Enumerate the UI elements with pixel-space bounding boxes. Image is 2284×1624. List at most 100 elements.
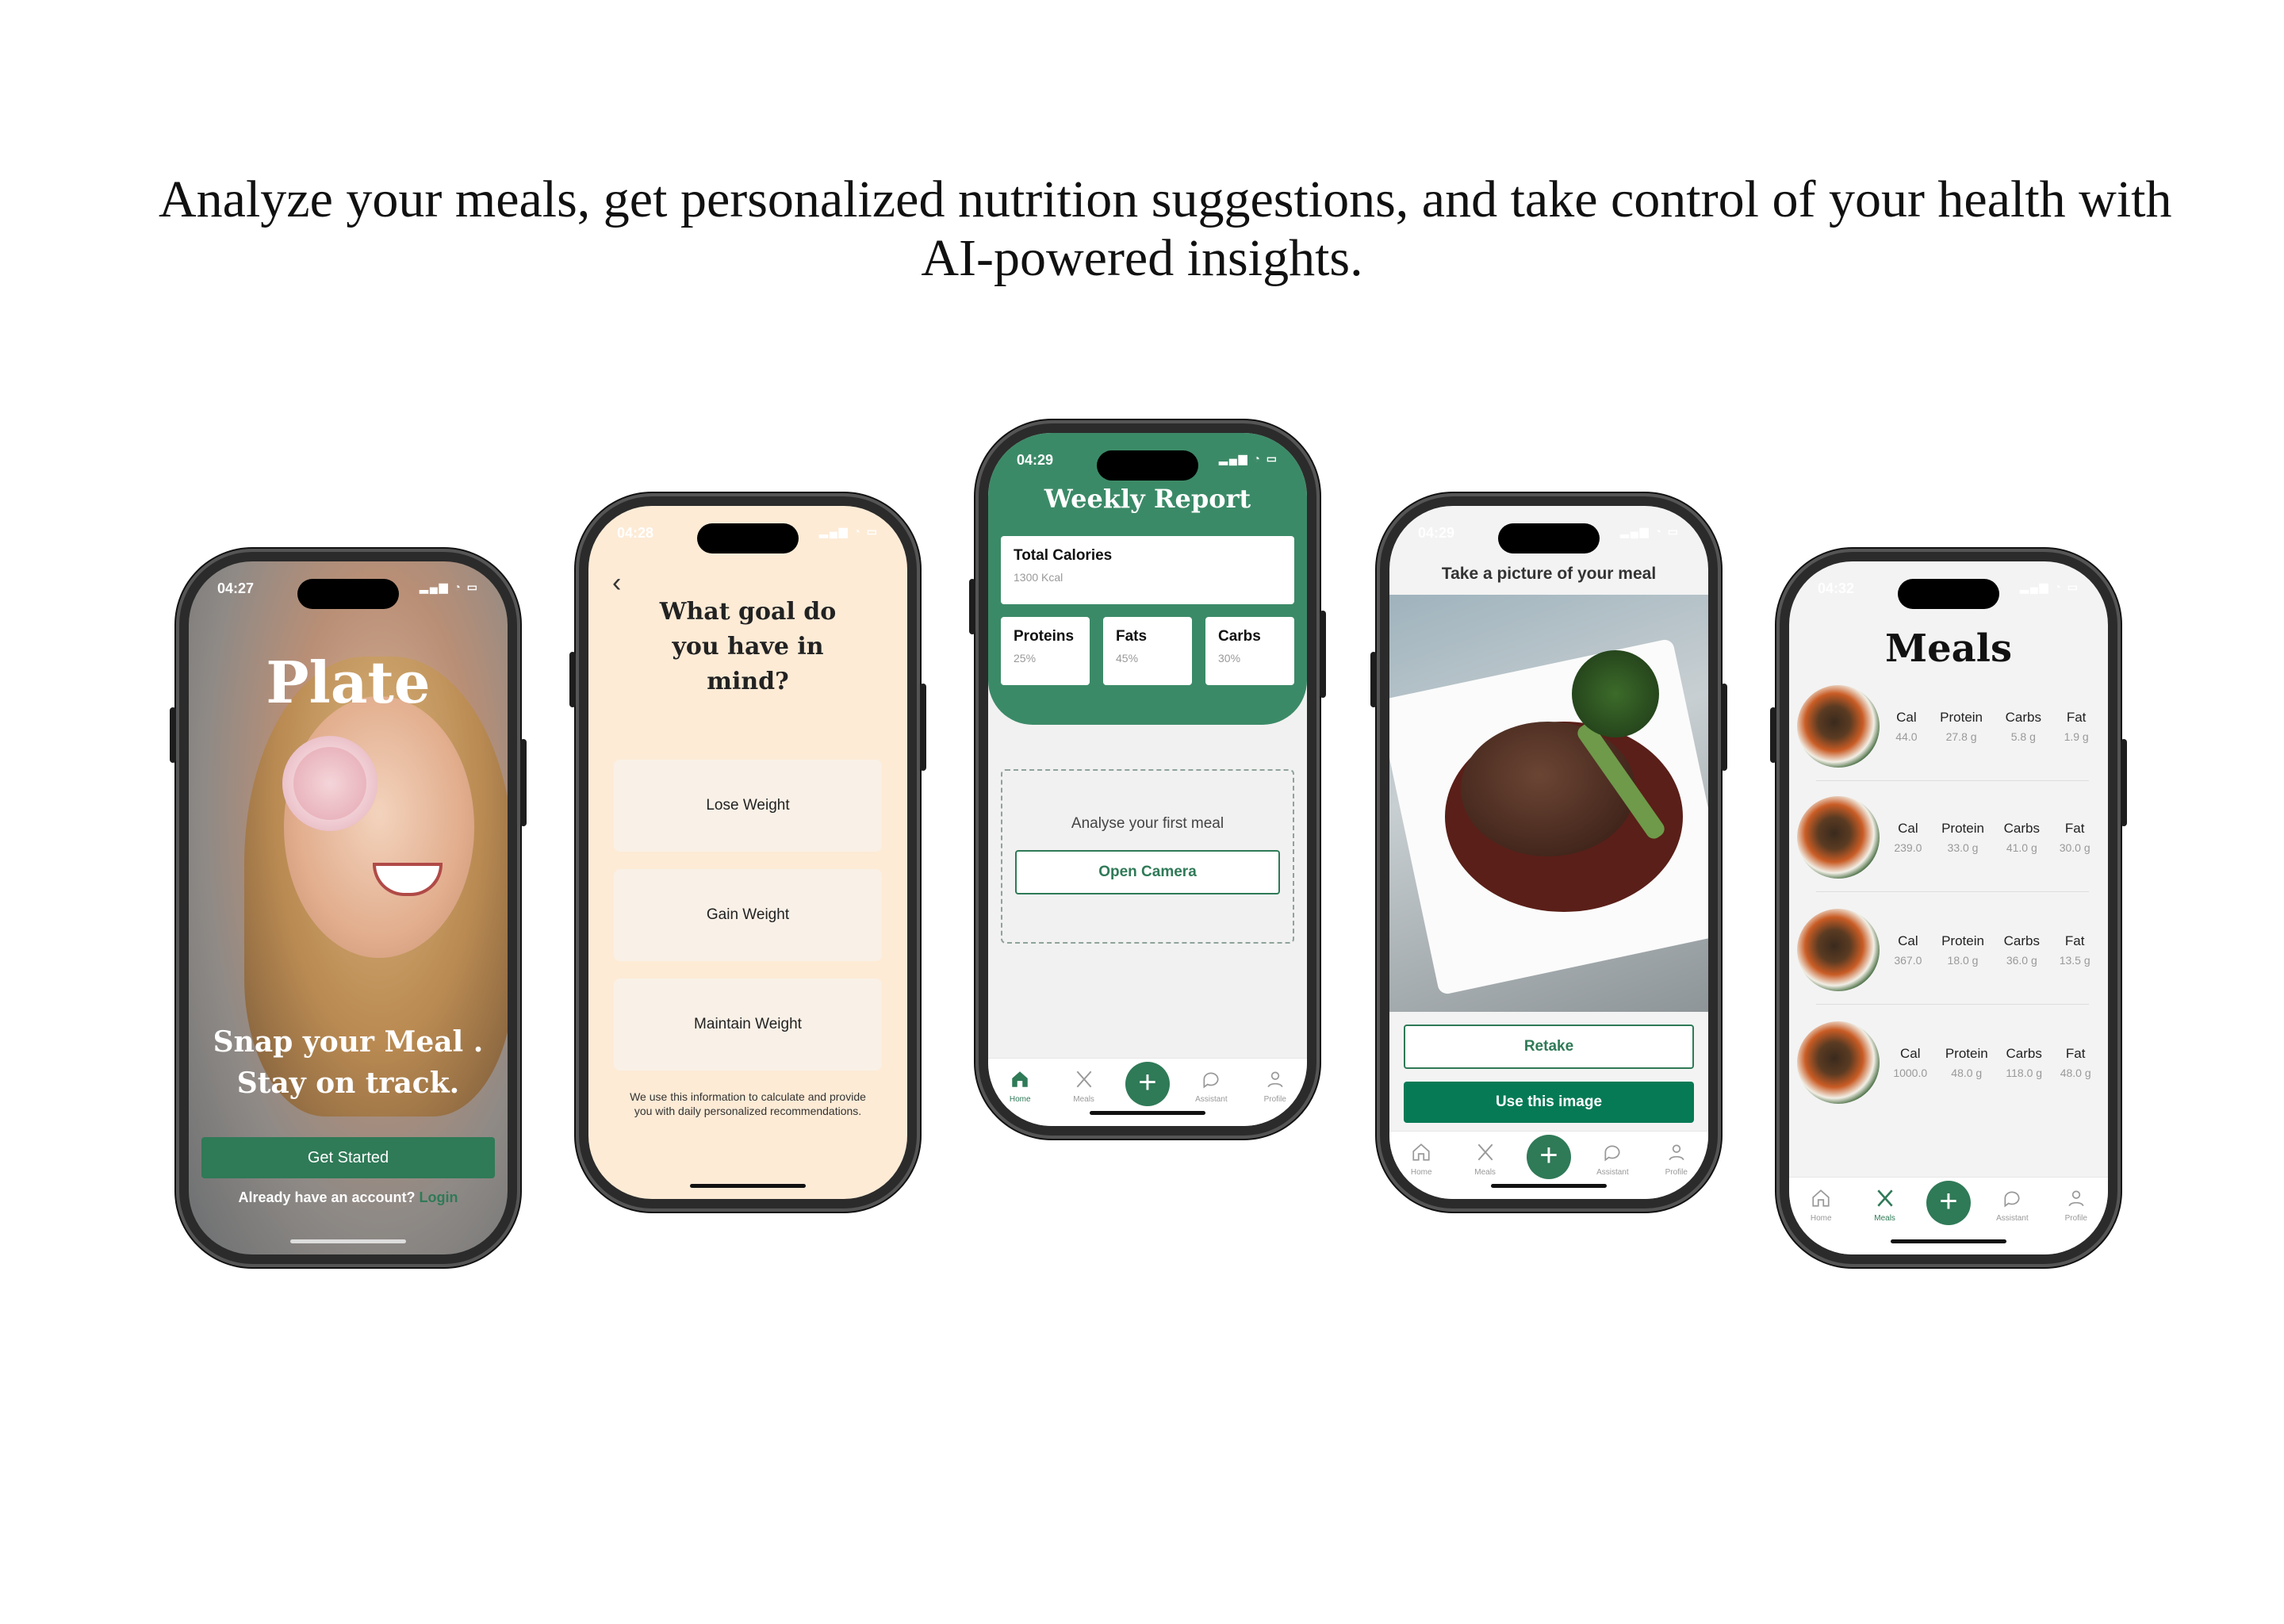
row-divider xyxy=(1816,1004,2089,1005)
goal-option-lose-weight[interactable]: Lose Weight xyxy=(614,760,882,852)
status-icons: ▂▄▆ ◔ ▭ xyxy=(1620,525,1680,538)
tab-home[interactable]: Home xyxy=(994,1067,1045,1104)
macro-label: Fats xyxy=(1116,628,1148,645)
tab-meals[interactable]: Meals xyxy=(1059,1067,1109,1104)
add-meal-button[interactable]: + xyxy=(1125,1062,1170,1106)
meal-cal: 367.0 xyxy=(1894,954,1922,967)
status-time: 04:29 xyxy=(1017,452,1054,468)
meal-cal: 44.0 xyxy=(1895,730,1918,743)
goal-screen: 04:28 ▂▄▆ ◔ ▭ ‹ What goal do you have in… xyxy=(588,506,907,1199)
utensils-icon xyxy=(1071,1067,1097,1092)
col-header: Carbs xyxy=(2003,821,2040,836)
tab-profile[interactable]: Profile xyxy=(1250,1067,1301,1104)
camera-title: Take a picture of your meal xyxy=(1441,565,1657,583)
goal-option-gain-weight[interactable]: Gain Weight xyxy=(614,869,882,961)
meals-title: Meals xyxy=(1884,626,2013,671)
meal-photo xyxy=(1389,595,1708,1012)
goal-option-maintain-weight[interactable]: Maintain Weight xyxy=(614,979,882,1071)
use-image-button[interactable]: Use this image xyxy=(1404,1082,1694,1123)
tab-assistant[interactable]: Assistant xyxy=(1587,1139,1638,1177)
phone-welcome: 04:27 ▂▄▆ ◔ ▭ Plate Snap your Meal . Sta… xyxy=(170,549,527,1267)
meal-protein: 33.0 g xyxy=(1947,841,1979,854)
chat-bubble-icon xyxy=(1198,1067,1224,1092)
phone-goal: 04:28 ▂▄▆ ◔ ▭ ‹ What goal do you have in… xyxy=(569,493,926,1212)
macro-label: Carbs xyxy=(1218,628,1261,645)
status-time: 04:27 xyxy=(217,580,255,596)
macro-value: 45% xyxy=(1116,652,1139,665)
meal-thumbnail xyxy=(1797,685,1880,768)
add-meal-button[interactable]: + xyxy=(1526,1135,1571,1179)
status-icons: ▂▄▆ ◔ ▭ xyxy=(819,525,879,538)
tab-profile[interactable]: Profile xyxy=(1651,1139,1702,1177)
camera-screen: 04:29 ▂▄▆ ◔ ▭ Take a picture of your mea… xyxy=(1389,506,1708,1199)
row-divider xyxy=(1816,780,2089,781)
tab-label: Home xyxy=(1009,1095,1031,1104)
meal-carbs: 41.0 g xyxy=(2006,841,2037,854)
chat-bubble-icon xyxy=(1600,1139,1625,1165)
meal-cal: 1000.0 xyxy=(1893,1067,1928,1079)
meal-row[interactable]: Cal 1000.0 Protein 48.0 g Carbs 118.0 g Fat… xyxy=(1797,1015,2100,1110)
col-header: Fat xyxy=(2064,821,2085,836)
status-time: 04:29 xyxy=(1418,525,1455,541)
welcome-screen: 04:27 ▂▄▆ ◔ ▭ Plate Snap your Meal . Sta… xyxy=(189,561,508,1254)
back-chevron-icon[interactable]: ‹ xyxy=(612,568,621,599)
tab-label: Home xyxy=(1810,1214,1832,1223)
login-row: Already have an account? Login xyxy=(189,1189,508,1206)
tab-add[interactable]: + xyxy=(1122,1062,1173,1106)
total-calories-label: Total Calories xyxy=(1014,547,1113,564)
macro-card-carbs: Carbs 30% xyxy=(1205,617,1294,685)
meal-row[interactable]: Cal 44.0 Protein 27.8 g Carbs 5.8 g Fat 1.9 … xyxy=(1797,679,2100,774)
retake-button[interactable]: Retake xyxy=(1404,1025,1694,1069)
home-indicator xyxy=(1891,1239,2006,1243)
meal-row[interactable]: Cal 367.0 Protein 18.0 g Carbs 36.0 g Fat 13… xyxy=(1797,902,2100,998)
tab-add[interactable]: + xyxy=(1523,1135,1574,1179)
meal-fat: 48.0 g xyxy=(2060,1067,2091,1079)
tab-label: Profile xyxy=(1263,1095,1286,1104)
macro-label: Proteins xyxy=(1014,628,1075,645)
tab-assistant[interactable]: Assistant xyxy=(1987,1185,2037,1223)
get-started-button[interactable]: Get Started xyxy=(201,1137,495,1178)
meal-fat: 30.0 g xyxy=(2059,841,2090,854)
report-title: Weekly Report xyxy=(1044,484,1251,514)
macro-value: 30% xyxy=(1218,652,1241,665)
tab-add[interactable]: + xyxy=(1923,1181,1974,1225)
tab-meals[interactable]: Meals xyxy=(1460,1139,1511,1177)
col-header: Carbs xyxy=(2006,1046,2042,1061)
phone-report: 04:29 ▂▄▆ ◔ ▭ Weekly Report Total Calori… xyxy=(969,420,1326,1139)
total-calories-card: Total Calories 1300 Kcal xyxy=(1001,536,1294,604)
col-header: Cal xyxy=(1899,1046,1921,1061)
user-icon xyxy=(2064,1185,2089,1211)
phone-meals: 04:32 ▂▄▆ ◔ ▭ Meals Cal 44.0 Protein 27.8 … xyxy=(1770,549,2127,1267)
login-link[interactable]: Login xyxy=(420,1189,458,1205)
add-meal-button[interactable]: + xyxy=(1926,1181,1971,1225)
tab-meals[interactable]: Meals xyxy=(1860,1185,1910,1223)
tab-home[interactable]: Home xyxy=(1795,1185,1846,1223)
home-indicator xyxy=(290,1239,406,1243)
headline: Analyze your meals, get personalized nut… xyxy=(159,170,2172,288)
home-indicator xyxy=(1491,1184,1607,1188)
meal-carbs: 118.0 g xyxy=(2006,1067,2043,1079)
status-bar: 04:28 ▂▄▆ ◔ ▭ xyxy=(617,525,879,544)
open-camera-button[interactable]: Open Camera xyxy=(1015,850,1280,894)
meal-thumbnail xyxy=(1797,796,1880,879)
meal-row[interactable]: Cal 239.0 Protein 33.0 g Carbs 41.0 g Fat 30… xyxy=(1797,790,2100,885)
report-screen: 04:29 ▂▄▆ ◔ ▭ Weekly Report Total Calori… xyxy=(988,433,1307,1126)
col-header: Protein xyxy=(1941,933,1984,948)
col-header: Protein xyxy=(1945,1046,1988,1061)
tab-bar: Home Meals + Assistant Profile xyxy=(1389,1131,1708,1199)
phone-camera: 04:29 ▂▄▆ ◔ ▭ Take a picture of your mea… xyxy=(1370,493,1727,1212)
utensils-icon xyxy=(1473,1139,1498,1165)
tab-label: Meals xyxy=(1474,1168,1496,1177)
col-header: Carbs xyxy=(2005,710,2041,725)
tab-label: Home xyxy=(1410,1168,1432,1177)
tab-profile[interactable]: Profile xyxy=(2051,1185,2102,1223)
donut-image xyxy=(282,736,377,831)
status-bar: 04:32 ▂▄▆ ◔ ▭ xyxy=(1818,580,2079,599)
tagline-line-1: Snap your Meal . xyxy=(213,1025,484,1059)
tab-label: Assistant xyxy=(1996,1214,2029,1223)
tab-assistant[interactable]: Assistant xyxy=(1186,1067,1236,1104)
chat-bubble-icon xyxy=(1999,1185,2025,1211)
tab-home[interactable]: Home xyxy=(1396,1139,1447,1177)
macro-card-proteins: Proteins 25% xyxy=(1001,617,1090,685)
col-header: Cal xyxy=(1896,710,1917,725)
